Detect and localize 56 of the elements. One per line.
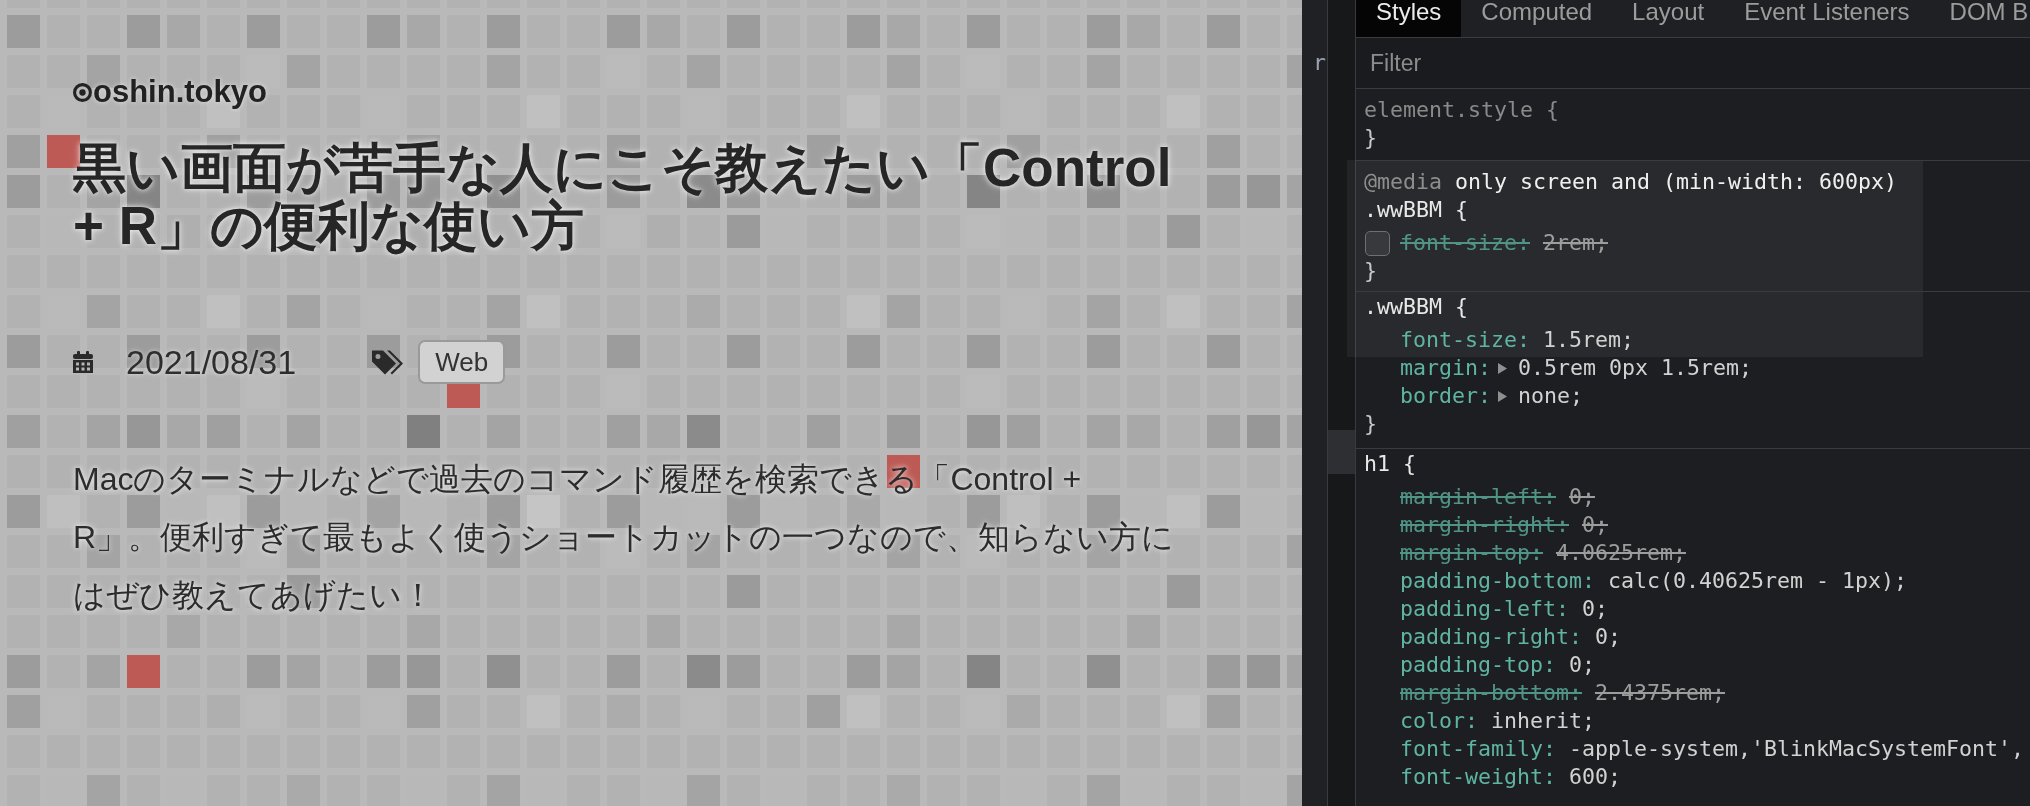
at-rule-keyword: @media: [1364, 169, 1442, 194]
css-property: padding-bottom:: [1400, 567, 1595, 595]
css-value: 2.4375rem;: [1594, 679, 1725, 707]
intro-paragraph: Macのターミナルなどで過去のコマンド履歴を検索できる「Control + R」。便利すぎて最もよく使うショートカットの一つなので、知らない方に はぜひ教えてあげたい！: [73, 460, 1175, 615]
css-value: 1.5rem;: [1542, 326, 1634, 354]
property-checkbox[interactable]: [1365, 230, 1390, 256]
tag-link[interactable]: Web: [418, 340, 506, 384]
css-property: margin-right:: [1400, 511, 1569, 539]
panel-tab[interactable]: DOM B: [1929, 0, 2030, 37]
css-property: font-family:: [1400, 735, 1556, 763]
css-value: none;: [1518, 382, 1584, 410]
css-property: padding-top:: [1400, 651, 1556, 679]
css-value: 0;: [1568, 483, 1595, 511]
css-value: 0;: [1581, 595, 1608, 623]
closing-brace: }: [1364, 411, 1377, 436]
css-property: padding-left:: [1400, 595, 1569, 623]
css-value: 0;: [1594, 623, 1621, 651]
tags-icon: [372, 349, 404, 375]
css-selector: element.style {: [1364, 97, 1559, 122]
expand-triangle-icon[interactable]: [1498, 362, 1507, 374]
css-property: padding-right:: [1400, 623, 1582, 651]
css-selector: .wwBBM {: [1364, 294, 1468, 319]
css-property: font-weight:: [1400, 763, 1556, 791]
panel-tab[interactable]: Computed: [1461, 0, 1613, 37]
css-value: 0;: [1581, 511, 1608, 539]
css-selector: .wwBBM {: [1364, 197, 1468, 222]
css-property: font-size:: [1400, 229, 1530, 257]
media-query: only screen and (min-width: 600px): [1454, 169, 1897, 194]
panel-tab[interactable]: Event Listeners: [1724, 0, 1930, 37]
css-value: 0.5rem 0px 1.5rem;: [1518, 354, 1753, 382]
css-value: 0;: [1568, 651, 1595, 679]
css-value: inherit;: [1490, 707, 1595, 735]
logo-icon: [73, 82, 92, 102]
calendar-icon: [73, 351, 93, 373]
closing-brace: }: [1364, 258, 1377, 283]
css-property: margin-top:: [1400, 539, 1543, 567]
article-title: 黒い画面が苦手な人にこそ教えたい「Control + R」の便利な使い方: [73, 139, 1172, 255]
css-property: margin-bottom:: [1400, 679, 1582, 707]
css-property: margin:: [1400, 354, 1491, 382]
css-value: -apple-system,'BlinkMacSystemFont',: [1568, 735, 2024, 763]
post-date: 2021/08/31: [126, 342, 297, 383]
css-value: 2rem;: [1542, 229, 1608, 257]
css-selector: h1 {: [1364, 451, 1416, 476]
css-property: font-size:: [1400, 326, 1530, 354]
site-logo[interactable]: oshin.tokyo: [93, 76, 267, 108]
code-fragment: r: [1312, 49, 1327, 77]
css-property: margin-left:: [1400, 483, 1556, 511]
css-property: color:: [1400, 707, 1478, 735]
panel-tab[interactable]: Styles: [1356, 0, 1462, 37]
panel-tab[interactable]: Layout: [1612, 0, 1725, 37]
closing-brace: }: [1364, 125, 1377, 150]
css-property: border:: [1400, 382, 1491, 410]
expand-triangle-icon[interactable]: [1498, 390, 1507, 402]
css-value: 4.0625rem;: [1555, 539, 1686, 567]
css-value: calc(0.40625rem - 1px);: [1607, 567, 1907, 595]
css-value: 600;: [1568, 763, 1621, 791]
